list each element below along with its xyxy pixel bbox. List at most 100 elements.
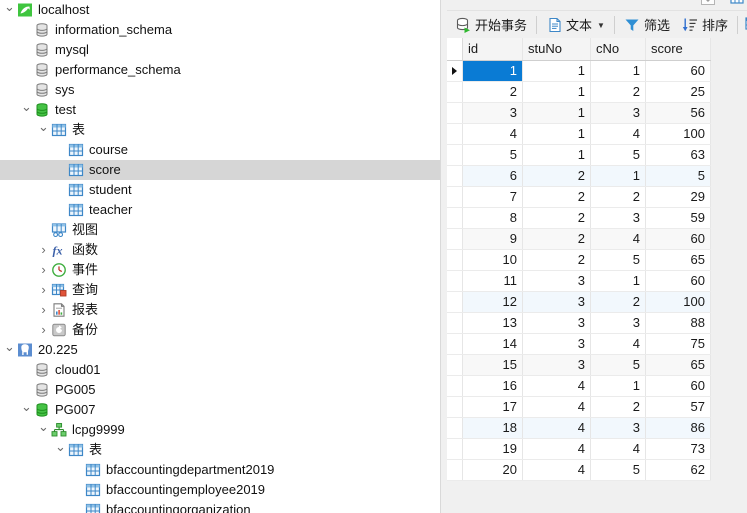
- cell-id[interactable]: 7: [462, 186, 523, 208]
- table-row[interactable]: 16 4 1 60: [447, 375, 711, 397]
- tree-item-pg005[interactable]: PG005: [0, 380, 440, 400]
- sort-button[interactable]: 排序: [678, 13, 732, 37]
- column-header-cno[interactable]: cNo: [590, 38, 646, 61]
- cell-stuno[interactable]: 4: [522, 396, 591, 418]
- row-indicator-cell[interactable]: [447, 165, 463, 187]
- table-row[interactable]: 17 4 2 57: [447, 396, 711, 418]
- table-row[interactable]: 8 2 3 59: [447, 207, 711, 229]
- clipped-upper-toolbar[interactable]: [447, 0, 747, 11]
- cell-id[interactable]: 9: [462, 228, 523, 250]
- cell-stuno[interactable]: 4: [522, 459, 591, 481]
- cell-id[interactable]: 1: [462, 60, 523, 82]
- cell-score[interactable]: 100: [645, 291, 711, 313]
- cell-score[interactable]: 60: [645, 60, 711, 82]
- cell-score[interactable]: 65: [645, 354, 711, 376]
- grid-toolbar[interactable]: 开始事务 文本 ▼ 筛选 排序: [447, 11, 747, 38]
- row-indicator-cell[interactable]: [447, 144, 463, 166]
- clipped-spinner-icon[interactable]: [701, 0, 715, 5]
- row-indicator-cell[interactable]: [447, 438, 463, 460]
- cell-id[interactable]: 8: [462, 207, 523, 229]
- tree-item-[interactable]: fx 函数: [0, 240, 440, 260]
- row-indicator-cell[interactable]: [447, 417, 463, 439]
- cell-cno[interactable]: 4: [590, 333, 646, 355]
- tree-item-score[interactable]: score: [0, 160, 440, 180]
- cell-cno[interactable]: 5: [590, 144, 646, 166]
- row-indicator-cell[interactable]: [447, 81, 463, 103]
- cell-cno[interactable]: 2: [590, 396, 646, 418]
- cell-id[interactable]: 13: [462, 312, 523, 334]
- object-tree-sidebar[interactable]: localhost information_schemamysql performa…: [0, 0, 440, 513]
- row-indicator-cell[interactable]: [447, 291, 463, 313]
- cell-score[interactable]: 29: [645, 186, 711, 208]
- tree-item-student[interactable]: student: [0, 180, 440, 200]
- cell-stuno[interactable]: 3: [522, 270, 591, 292]
- cell-score[interactable]: 56: [645, 102, 711, 124]
- cell-score[interactable]: 60: [645, 270, 711, 292]
- cell-score[interactable]: 63: [645, 144, 711, 166]
- cell-cno[interactable]: 1: [590, 165, 646, 187]
- cell-id[interactable]: 5: [462, 144, 523, 166]
- row-indicator-cell[interactable]: [447, 375, 463, 397]
- cell-score[interactable]: 65: [645, 249, 711, 271]
- table-row[interactable]: 2 1 2 25: [447, 81, 711, 103]
- tree-item-[interactable]: 表: [0, 440, 440, 460]
- cell-stuno[interactable]: 4: [522, 375, 591, 397]
- begin-transaction-button[interactable]: 开始事务: [451, 13, 531, 37]
- cell-cno[interactable]: 5: [590, 354, 646, 376]
- cell-cno[interactable]: 3: [590, 312, 646, 334]
- row-indicator-cell[interactable]: [447, 333, 463, 355]
- table-row[interactable]: 9 2 4 60: [447, 228, 711, 250]
- table-row[interactable]: 12 3 2 100: [447, 291, 711, 313]
- table-row[interactable]: 6215: [447, 165, 711, 187]
- cell-score[interactable]: 75: [645, 333, 711, 355]
- cell-cno[interactable]: 3: [590, 417, 646, 439]
- cell-cno[interactable]: 3: [590, 207, 646, 229]
- row-indicator-cell[interactable]: [447, 312, 463, 334]
- row-indicator-cell[interactable]: [447, 60, 463, 82]
- panel-splitter[interactable]: [440, 0, 447, 513]
- cell-cno[interactable]: 4: [590, 228, 646, 250]
- cell-cno[interactable]: 2: [590, 291, 646, 313]
- cell-stuno[interactable]: 3: [522, 333, 591, 355]
- tree-item-bfaccountingdepartment2019[interactable]: bfaccountingdepartment2019: [0, 460, 440, 480]
- tree-item-[interactable]: 视图: [0, 220, 440, 240]
- chevron-right-icon[interactable]: [37, 300, 50, 321]
- cell-stuno[interactable]: 1: [522, 102, 591, 124]
- table-row[interactable]: 19 4 4 73: [447, 438, 711, 460]
- cell-stuno[interactable]: 2: [522, 186, 591, 208]
- cell-cno[interactable]: 1: [590, 375, 646, 397]
- tree-item-teacher[interactable]: teacher: [0, 200, 440, 220]
- tree-item-localhost[interactable]: localhost: [0, 0, 440, 20]
- cell-stuno[interactable]: 2: [522, 165, 591, 187]
- chevron-right-icon[interactable]: [37, 260, 50, 281]
- column-header-stuno[interactable]: stuNo: [522, 38, 591, 61]
- cell-stuno[interactable]: 2: [522, 207, 591, 229]
- filter-button[interactable]: 筛选: [620, 13, 674, 37]
- tree-item-cloud01[interactable]: cloud01: [0, 360, 440, 380]
- tree-item-[interactable]: 事件: [0, 260, 440, 280]
- cell-score[interactable]: 86: [645, 417, 711, 439]
- chevron-right-icon[interactable]: [37, 280, 50, 301]
- row-indicator-cell[interactable]: [447, 249, 463, 271]
- column-header-id[interactable]: id: [462, 38, 523, 61]
- tree-item-20-225[interactable]: 20.225: [0, 340, 440, 360]
- table-row[interactable]: 3 1 3 56: [447, 102, 711, 124]
- cell-cno[interactable]: 2: [590, 81, 646, 103]
- cell-id[interactable]: 2: [462, 81, 523, 103]
- chevron-down-icon[interactable]: [3, 0, 16, 21]
- table-body[interactable]: 1 1 1 60 2 1 2 25 3 1 3 56 4 1 4 100 5 1 5 63 6 2 1 5 7 2 2 29 8 2 3 59…: [447, 60, 711, 481]
- cell-id[interactable]: 17: [462, 396, 523, 418]
- row-indicator-cell[interactable]: [447, 459, 463, 481]
- cell-stuno[interactable]: 2: [522, 249, 591, 271]
- cell-cno[interactable]: 5: [590, 249, 646, 271]
- cell-score[interactable]: 60: [645, 228, 711, 250]
- chevron-down-icon[interactable]: [54, 440, 67, 461]
- cell-stuno[interactable]: 3: [522, 291, 591, 313]
- column-header-score[interactable]: score: [645, 38, 711, 61]
- cell-id[interactable]: 19: [462, 438, 523, 460]
- cell-score[interactable]: 57: [645, 396, 711, 418]
- tree-item-information-schema[interactable]: information_schema: [0, 20, 440, 40]
- data-grid[interactable]: id stuNo cNo score 1 1 1 60 2 1 2 25 3 1 3 56 4 1 4 100…: [447, 38, 747, 513]
- table-row[interactable]: 4 1 4 100: [447, 123, 711, 145]
- cell-id[interactable]: 18: [462, 417, 523, 439]
